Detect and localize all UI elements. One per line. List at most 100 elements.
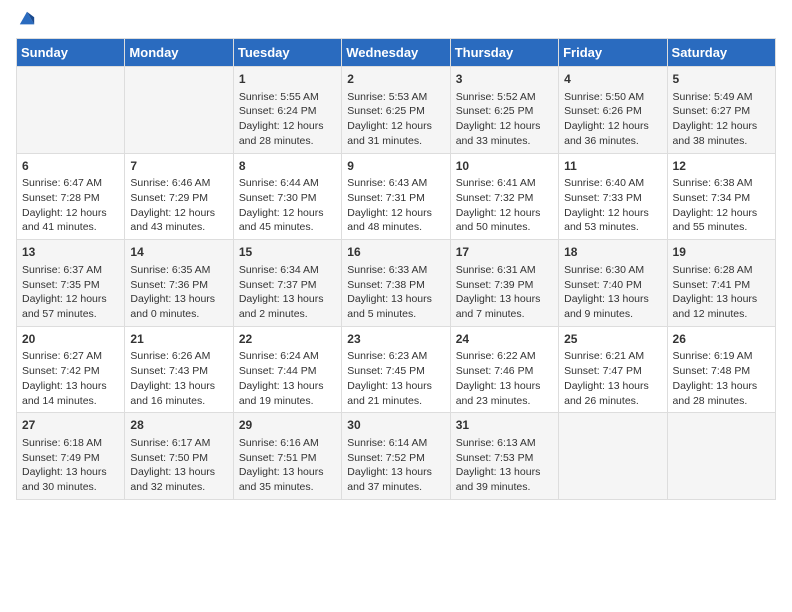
header-row: SundayMondayTuesdayWednesdayThursdayFrid… <box>17 39 776 67</box>
day-info: Sunrise: 6:37 AMSunset: 7:35 PMDaylight:… <box>22 263 119 322</box>
calendar-table: SundayMondayTuesdayWednesdayThursdayFrid… <box>16 38 776 500</box>
day-cell <box>559 413 667 500</box>
week-row-1: 1 Sunrise: 5:55 AMSunset: 6:24 PMDaylight… <box>17 67 776 154</box>
day-cell <box>667 413 775 500</box>
week-row-2: 6Sunrise: 6:47 AMSunset: 7:28 PMDaylight… <box>17 153 776 240</box>
day-info: Sunrise: 6:19 AMSunset: 7:48 PMDaylight:… <box>673 349 770 408</box>
day-cell: 24Sunrise: 6:22 AMSunset: 7:46 PMDayligh… <box>450 326 558 413</box>
day-number: 23 <box>347 331 444 348</box>
day-cell <box>125 67 233 154</box>
day-info: Sunrise: 6:33 AMSunset: 7:38 PMDaylight:… <box>347 263 444 322</box>
day-info: Sunrise: 6:46 AMSunset: 7:29 PMDaylight:… <box>130 176 227 235</box>
day-cell: 10Sunrise: 6:41 AMSunset: 7:32 PMDayligh… <box>450 153 558 240</box>
day-info: Sunrise: 6:27 AMSunset: 7:42 PMDaylight:… <box>22 349 119 408</box>
day-number: 29 <box>239 417 336 434</box>
day-cell: 2 Sunrise: 5:53 AMSunset: 6:25 PMDaylight… <box>342 67 450 154</box>
header-cell-saturday: Saturday <box>667 39 775 67</box>
day-number: 20 <box>22 331 119 348</box>
day-info: Sunrise: 6:26 AMSunset: 7:43 PMDaylight:… <box>130 349 227 408</box>
day-info: Sunrise: 6:41 AMSunset: 7:32 PMDaylight:… <box>456 176 553 235</box>
header-cell-friday: Friday <box>559 39 667 67</box>
logo-icon <box>18 10 36 28</box>
day-cell: 17 Sunrise: 6:31 AMSunset: 7:39 PMDayligh… <box>450 240 558 327</box>
day-cell: 12Sunrise: 6:38 AMSunset: 7:34 PMDayligh… <box>667 153 775 240</box>
day-cell: 3 Sunrise: 5:52 AMSunset: 6:25 PMDaylight… <box>450 67 558 154</box>
day-info: Sunrise: 6:40 AMSunset: 7:33 PMDaylight:… <box>564 176 661 235</box>
day-info: Sunrise: 5:49 AMSunset: 6:27 PMDaylight:… <box>673 90 770 149</box>
day-cell: 8Sunrise: 6:44 AMSunset: 7:30 PMDaylight… <box>233 153 341 240</box>
day-info: Sunrise: 6:47 AMSunset: 7:28 PMDaylight:… <box>22 176 119 235</box>
day-number: 15 <box>239 244 336 261</box>
day-number: 26 <box>673 331 770 348</box>
day-cell: 27 Sunrise: 6:18 AMSunset: 7:49 PMDayligh… <box>17 413 125 500</box>
day-cell: 21Sunrise: 6:26 AMSunset: 7:43 PMDayligh… <box>125 326 233 413</box>
day-number: 17 <box>456 244 553 261</box>
day-number: 10 <box>456 158 553 175</box>
day-number: 22 <box>239 331 336 348</box>
day-info: Sunrise: 6:38 AMSunset: 7:34 PMDaylight:… <box>673 176 770 235</box>
day-number: 12 <box>673 158 770 175</box>
day-number: 14 <box>130 244 227 261</box>
day-cell: 6Sunrise: 6:47 AMSunset: 7:28 PMDaylight… <box>17 153 125 240</box>
day-number: 5 <box>673 71 770 88</box>
day-number: 18 <box>564 244 661 261</box>
day-number: 27 <box>22 417 119 434</box>
day-cell: 16Sunrise: 6:33 AMSunset: 7:38 PMDayligh… <box>342 240 450 327</box>
day-cell: 1 Sunrise: 5:55 AMSunset: 6:24 PMDaylight… <box>233 67 341 154</box>
header-cell-thursday: Thursday <box>450 39 558 67</box>
day-number: 13 <box>22 244 119 261</box>
day-info: Sunrise: 6:18 AMSunset: 7:49 PMDaylight:… <box>22 436 119 495</box>
day-cell: 5 Sunrise: 5:49 AMSunset: 6:27 PMDaylight… <box>667 67 775 154</box>
day-cell: 13 Sunrise: 6:37 AMSunset: 7:35 PMDayligh… <box>17 240 125 327</box>
day-info: Sunrise: 6:21 AMSunset: 7:47 PMDaylight:… <box>564 349 661 408</box>
day-number: 3 <box>456 71 553 88</box>
day-info: Sunrise: 6:16 AMSunset: 7:51 PMDaylight:… <box>239 436 336 495</box>
day-cell: 19 Sunrise: 6:28 AMSunset: 7:41 PMDayligh… <box>667 240 775 327</box>
day-info: Sunrise: 6:43 AMSunset: 7:31 PMDaylight:… <box>347 176 444 235</box>
header-cell-tuesday: Tuesday <box>233 39 341 67</box>
day-number: 9 <box>347 158 444 175</box>
day-info: Sunrise: 5:52 AMSunset: 6:25 PMDaylight:… <box>456 90 553 149</box>
header-cell-sunday: Sunday <box>17 39 125 67</box>
day-info: Sunrise: 6:17 AMSunset: 7:50 PMDaylight:… <box>130 436 227 495</box>
day-info: Sunrise: 5:53 AMSunset: 6:25 PMDaylight:… <box>347 90 444 149</box>
week-row-3: 13 Sunrise: 6:37 AMSunset: 7:35 PMDayligh… <box>17 240 776 327</box>
day-info: Sunrise: 5:50 AMSunset: 6:26 PMDaylight:… <box>564 90 661 149</box>
day-cell: 14Sunrise: 6:35 AMSunset: 7:36 PMDayligh… <box>125 240 233 327</box>
header-cell-monday: Monday <box>125 39 233 67</box>
day-number: 6 <box>22 158 119 175</box>
day-info: Sunrise: 6:14 AMSunset: 7:52 PMDaylight:… <box>347 436 444 495</box>
day-cell: 18 Sunrise: 6:30 AMSunset: 7:40 PMDayligh… <box>559 240 667 327</box>
day-info: Sunrise: 6:22 AMSunset: 7:46 PMDaylight:… <box>456 349 553 408</box>
day-number: 2 <box>347 71 444 88</box>
day-info: Sunrise: 6:31 AMSunset: 7:39 PMDaylight:… <box>456 263 553 322</box>
page-header <box>16 16 776 28</box>
day-number: 31 <box>456 417 553 434</box>
day-number: 21 <box>130 331 227 348</box>
day-cell: 7Sunrise: 6:46 AMSunset: 7:29 PMDaylight… <box>125 153 233 240</box>
day-cell: 9Sunrise: 6:43 AMSunset: 7:31 PMDaylight… <box>342 153 450 240</box>
day-info: Sunrise: 6:30 AMSunset: 7:40 PMDaylight:… <box>564 263 661 322</box>
day-number: 19 <box>673 244 770 261</box>
day-number: 8 <box>239 158 336 175</box>
day-cell: 28Sunrise: 6:17 AMSunset: 7:50 PMDayligh… <box>125 413 233 500</box>
day-cell <box>17 67 125 154</box>
day-info: Sunrise: 6:34 AMSunset: 7:37 PMDaylight:… <box>239 263 336 322</box>
day-info: Sunrise: 6:44 AMSunset: 7:30 PMDaylight:… <box>239 176 336 235</box>
day-cell: 26Sunrise: 6:19 AMSunset: 7:48 PMDayligh… <box>667 326 775 413</box>
day-cell: 29 Sunrise: 6:16 AMSunset: 7:51 PMDayligh… <box>233 413 341 500</box>
logo <box>16 16 36 28</box>
week-row-4: 20Sunrise: 6:27 AMSunset: 7:42 PMDayligh… <box>17 326 776 413</box>
calendar-body: 1 Sunrise: 5:55 AMSunset: 6:24 PMDaylight… <box>17 67 776 500</box>
day-info: Sunrise: 6:24 AMSunset: 7:44 PMDaylight:… <box>239 349 336 408</box>
day-number: 1 <box>239 71 336 88</box>
day-cell: 31 Sunrise: 6:13 AMSunset: 7:53 PMDayligh… <box>450 413 558 500</box>
day-cell: 22Sunrise: 6:24 AMSunset: 7:44 PMDayligh… <box>233 326 341 413</box>
day-number: 25 <box>564 331 661 348</box>
calendar-header: SundayMondayTuesdayWednesdayThursdayFrid… <box>17 39 776 67</box>
day-cell: 23Sunrise: 6:23 AMSunset: 7:45 PMDayligh… <box>342 326 450 413</box>
day-number: 4 <box>564 71 661 88</box>
day-info: Sunrise: 5:55 AMSunset: 6:24 PMDaylight:… <box>239 90 336 149</box>
day-info: Sunrise: 6:13 AMSunset: 7:53 PMDaylight:… <box>456 436 553 495</box>
day-info: Sunrise: 6:28 AMSunset: 7:41 PMDaylight:… <box>673 263 770 322</box>
